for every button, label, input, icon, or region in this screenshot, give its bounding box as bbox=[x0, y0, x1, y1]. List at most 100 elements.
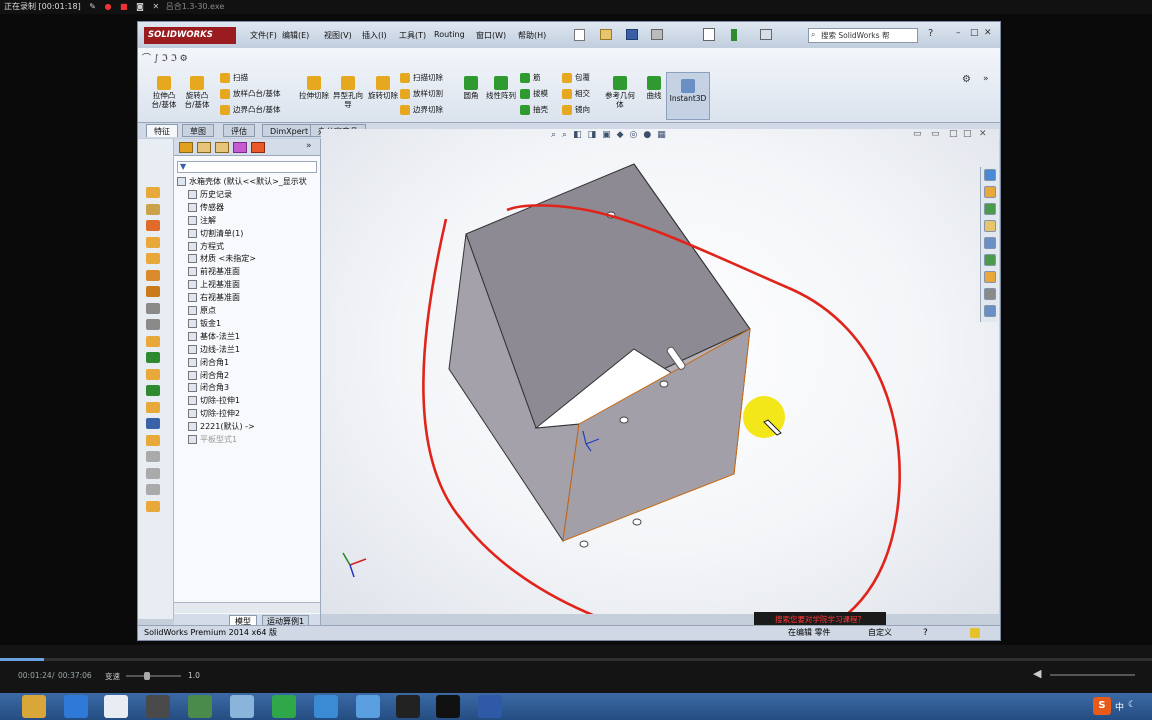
ime-moon-icon[interactable]: ☾ bbox=[1128, 700, 1136, 710]
left-tool-icon-3[interactable] bbox=[146, 236, 160, 248]
tree-item[interactable]: 切除-拉伸2 bbox=[188, 407, 240, 420]
minimize-icon[interactable]: – bbox=[956, 28, 961, 38]
left-tool-icon-4[interactable] bbox=[146, 253, 160, 264]
ribbon-small-button-1[interactable]: 放样凸台/基体 bbox=[220, 88, 281, 99]
tree-item[interactable]: 前视基准面 bbox=[188, 265, 240, 278]
menu-4[interactable]: 工具(T) bbox=[399, 30, 426, 41]
display-tab-icon[interactable] bbox=[251, 142, 265, 153]
taskbar-app-icon-6[interactable] bbox=[272, 695, 296, 718]
status-note-icon[interactable] bbox=[970, 628, 980, 638]
task-pane-icon-2[interactable] bbox=[984, 203, 996, 215]
left-tool-icon-14[interactable] bbox=[146, 418, 160, 429]
taskbar-app-icon-3[interactable] bbox=[146, 695, 170, 718]
menu-7[interactable]: 帮助(H) bbox=[518, 30, 546, 41]
menu-3[interactable]: 插入(I) bbox=[362, 30, 387, 41]
ribbon-button-7[interactable]: 参考几何体 bbox=[604, 76, 636, 109]
ribbon-small-button-2[interactable]: 边界凸台/基体 bbox=[220, 104, 281, 115]
left-tool-icon-8[interactable] bbox=[146, 319, 160, 330]
close-window-icon[interactable]: ✕ bbox=[984, 28, 992, 38]
ribbon-button-0[interactable]: 拉伸凸台/基体 bbox=[148, 76, 180, 109]
tree-item[interactable]: 历史记录 bbox=[188, 188, 232, 201]
ime-logo-icon[interactable]: S bbox=[1093, 697, 1111, 715]
tree-horizontal-scrollbar[interactable] bbox=[174, 602, 320, 613]
ribbon-small-button-4[interactable]: 放样切割 bbox=[400, 88, 443, 99]
tree-item[interactable]: 注解 bbox=[188, 214, 216, 227]
ribbon-button-6[interactable]: 线性阵列 bbox=[485, 76, 517, 100]
tab-3[interactable]: DimXpert bbox=[262, 124, 317, 137]
status-units[interactable]: 自定义 bbox=[868, 626, 892, 640]
task-pane-icon-6[interactable] bbox=[984, 271, 996, 283]
speed-slider[interactable] bbox=[126, 672, 181, 680]
tree-item[interactable]: 切除-拉伸1 bbox=[188, 394, 240, 407]
help-status-icon[interactable]: ? bbox=[923, 626, 928, 640]
pencil-icon[interactable]: ✎ bbox=[89, 0, 96, 14]
ribbon-button-5[interactable]: 圆角 bbox=[455, 76, 487, 100]
tree-item[interactable]: 上视基准面 bbox=[188, 278, 240, 291]
tree-item[interactable]: 2221(默认) -> bbox=[188, 420, 255, 433]
rebuild-icon[interactable] bbox=[731, 29, 737, 41]
tree-expand-icon[interactable]: » bbox=[306, 141, 312, 151]
taskbar-app-icon-7[interactable] bbox=[314, 695, 338, 718]
left-tool-icon-5[interactable] bbox=[146, 269, 160, 281]
print-icon[interactable] bbox=[651, 29, 663, 40]
ribbon-expand-icon[interactable]: » bbox=[983, 74, 989, 84]
ribbon-small-button-5[interactable]: 边界切除 bbox=[400, 104, 443, 115]
tab-1[interactable]: 草图 bbox=[182, 124, 214, 137]
taskbar-app-icon-9[interactable] bbox=[396, 695, 420, 718]
seek-bar[interactable] bbox=[0, 658, 1152, 661]
taskbar-app-icon-0[interactable] bbox=[22, 695, 46, 718]
model-canvas[interactable] bbox=[321, 129, 999, 614]
left-tool-icon-17[interactable] bbox=[146, 467, 160, 479]
search-input[interactable]: 搜索 SolidWorks 帮 bbox=[808, 28, 918, 43]
ribbon-small-button-0[interactable]: 扫描 bbox=[220, 72, 248, 83]
feature-tree-tab-icon[interactable] bbox=[179, 142, 193, 153]
tree-item[interactable]: 平板型式1 bbox=[188, 433, 237, 446]
tree-item[interactable]: 原点 bbox=[188, 304, 216, 317]
pause-icon[interactable]: ■ bbox=[120, 0, 128, 14]
left-tool-icon-10[interactable] bbox=[146, 352, 160, 363]
tree-item[interactable]: 右视基准面 bbox=[188, 291, 240, 304]
ribbon-small-button-6[interactable]: 筋 bbox=[520, 72, 541, 83]
left-tool-icon-1[interactable] bbox=[146, 203, 160, 215]
tree-item[interactable]: 基体-法兰1 bbox=[188, 330, 240, 343]
volume-slider[interactable] bbox=[1050, 674, 1135, 676]
task-pane-icon-7[interactable] bbox=[984, 288, 996, 300]
tree-item[interactable]: 闭合角3 bbox=[188, 381, 229, 394]
ribbon-small-button-11[interactable]: 镜向 bbox=[562, 104, 590, 115]
left-tool-icon-13[interactable] bbox=[146, 401, 160, 413]
ribbon-button-2[interactable]: 拉伸切除 bbox=[298, 76, 330, 100]
ribbon-button-4[interactable]: 旋转切除 bbox=[367, 76, 399, 100]
taskbar-app-icon-4[interactable] bbox=[188, 695, 212, 718]
instant3d-button[interactable]: Instant3D bbox=[666, 72, 710, 120]
menu-6[interactable]: 窗口(W) bbox=[476, 30, 506, 41]
tree-item[interactable]: 闭合角2 bbox=[188, 369, 229, 382]
maximize-icon[interactable]: □ bbox=[970, 28, 979, 38]
record-icon[interactable]: ● bbox=[105, 0, 112, 14]
ribbon-small-button-3[interactable]: 扫描切除 bbox=[400, 72, 443, 83]
left-tool-icon-9[interactable] bbox=[146, 335, 160, 347]
task-pane-icon-4[interactable] bbox=[984, 237, 996, 249]
left-tool-icon-7[interactable] bbox=[146, 302, 160, 314]
tree-filter-input[interactable]: ▼ bbox=[177, 161, 317, 173]
left-tool-icon-19[interactable] bbox=[146, 500, 160, 512]
taskbar-app-icon-11[interactable] bbox=[478, 695, 502, 718]
task-pane-icon-5[interactable] bbox=[984, 254, 996, 266]
taskbar-app-icon-5[interactable] bbox=[230, 695, 254, 718]
tab-2[interactable]: 评估 bbox=[223, 124, 255, 137]
sketch-tools-icons[interactable]: ⌒ ∫ ℑ ℑ ⚙ bbox=[142, 51, 232, 65]
left-tool-icon-6[interactable] bbox=[146, 286, 160, 297]
dimxpert-tab-icon[interactable] bbox=[233, 142, 247, 153]
tree-item[interactable]: 材质 <未指定> bbox=[188, 252, 256, 265]
help-icon[interactable]: ? bbox=[928, 28, 933, 39]
tree-item[interactable]: 闭合角1 bbox=[188, 356, 229, 369]
taskbar-app-icon-8[interactable] bbox=[356, 695, 380, 718]
open-folder-icon[interactable] bbox=[600, 29, 612, 40]
left-tool-icon-18[interactable] bbox=[146, 484, 160, 495]
task-pane-icon-3[interactable] bbox=[984, 220, 996, 232]
volume-icon[interactable]: ◀ bbox=[1033, 667, 1041, 680]
new-file-icon[interactable] bbox=[574, 29, 585, 41]
ribbon-small-button-10[interactable]: 相交 bbox=[562, 88, 590, 99]
close-icon[interactable]: ✕ bbox=[152, 0, 159, 14]
tree-item[interactable]: 钣金1 bbox=[188, 317, 221, 330]
config-tab-icon[interactable] bbox=[215, 142, 229, 153]
